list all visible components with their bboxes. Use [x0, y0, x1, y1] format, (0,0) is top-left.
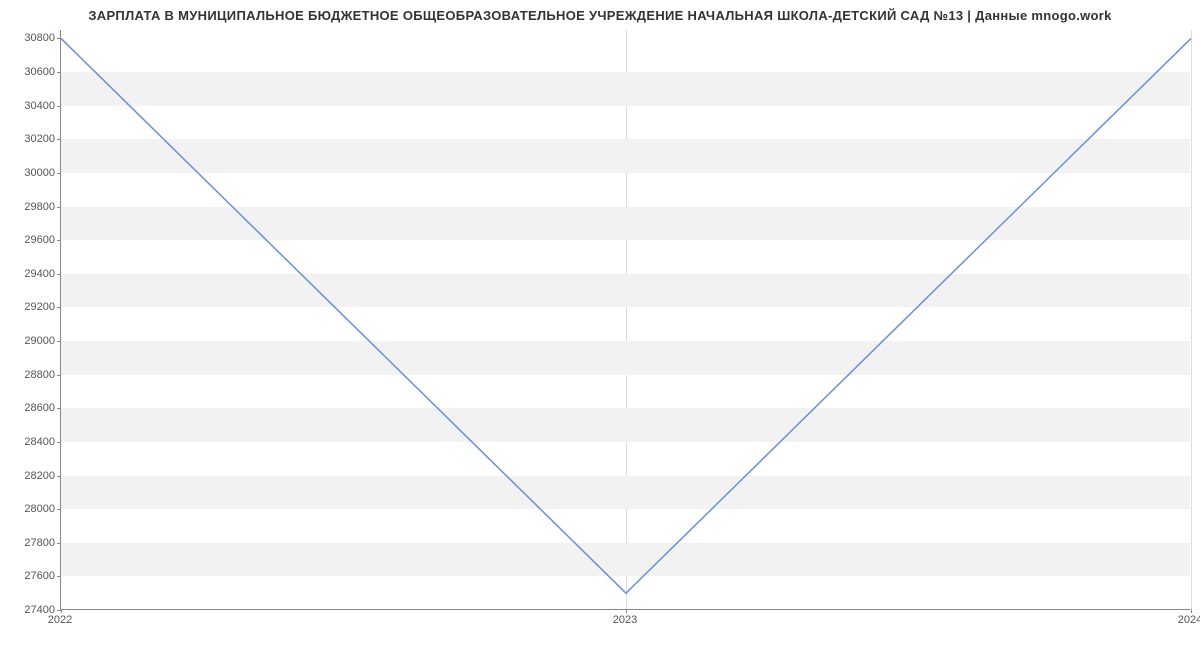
x-tick-label: 2022 — [48, 614, 72, 626]
y-tick-label: 28400 — [5, 436, 55, 448]
series-line — [61, 38, 1191, 593]
y-tick-mark — [57, 307, 61, 308]
y-tick-mark — [57, 476, 61, 477]
y-tick-mark — [57, 72, 61, 73]
y-tick-label: 29200 — [5, 301, 55, 313]
chart-container: ЗАРПЛАТА В МУНИЦИПАЛЬНОЕ БЮДЖЕТНОЕ ОБЩЕО… — [0, 0, 1200, 650]
y-tick-mark — [57, 173, 61, 174]
y-tick-mark — [57, 207, 61, 208]
x-tick-mark — [61, 609, 62, 613]
y-tick-mark — [57, 442, 61, 443]
y-tick-mark — [57, 274, 61, 275]
y-tick-mark — [57, 106, 61, 107]
x-tick-mark — [1191, 609, 1192, 613]
y-tick-mark — [57, 375, 61, 376]
y-tick-mark — [57, 341, 61, 342]
y-tick-label: 28800 — [5, 369, 55, 381]
y-tick-label: 28200 — [5, 470, 55, 482]
plot-area — [60, 30, 1190, 610]
y-tick-mark — [57, 240, 61, 241]
y-tick-label: 30800 — [5, 32, 55, 44]
y-tick-mark — [57, 38, 61, 39]
y-tick-label: 29600 — [5, 234, 55, 246]
x-tick-label: 2023 — [613, 614, 637, 626]
y-tick-mark — [57, 408, 61, 409]
y-tick-label: 30400 — [5, 100, 55, 112]
y-tick-mark — [57, 543, 61, 544]
chart-title: ЗАРПЛАТА В МУНИЦИПАЛЬНОЕ БЮДЖЕТНОЕ ОБЩЕО… — [0, 0, 1200, 23]
x-tick-mark — [626, 609, 627, 613]
x-tick-label: 2024 — [1178, 614, 1200, 626]
y-tick-label: 30600 — [5, 66, 55, 78]
y-tick-label: 28000 — [5, 503, 55, 515]
y-tick-label: 29000 — [5, 335, 55, 347]
y-tick-label: 29800 — [5, 201, 55, 213]
y-tick-label: 27800 — [5, 537, 55, 549]
line-series-layer — [61, 30, 1190, 609]
y-tick-mark — [57, 509, 61, 510]
x-grid-line — [1191, 30, 1192, 609]
y-tick-label: 29400 — [5, 268, 55, 280]
y-tick-label: 28600 — [5, 402, 55, 414]
y-tick-label: 30000 — [5, 167, 55, 179]
y-tick-mark — [57, 576, 61, 577]
y-tick-mark — [57, 139, 61, 140]
y-tick-label: 30200 — [5, 133, 55, 145]
y-tick-label: 27600 — [5, 570, 55, 582]
